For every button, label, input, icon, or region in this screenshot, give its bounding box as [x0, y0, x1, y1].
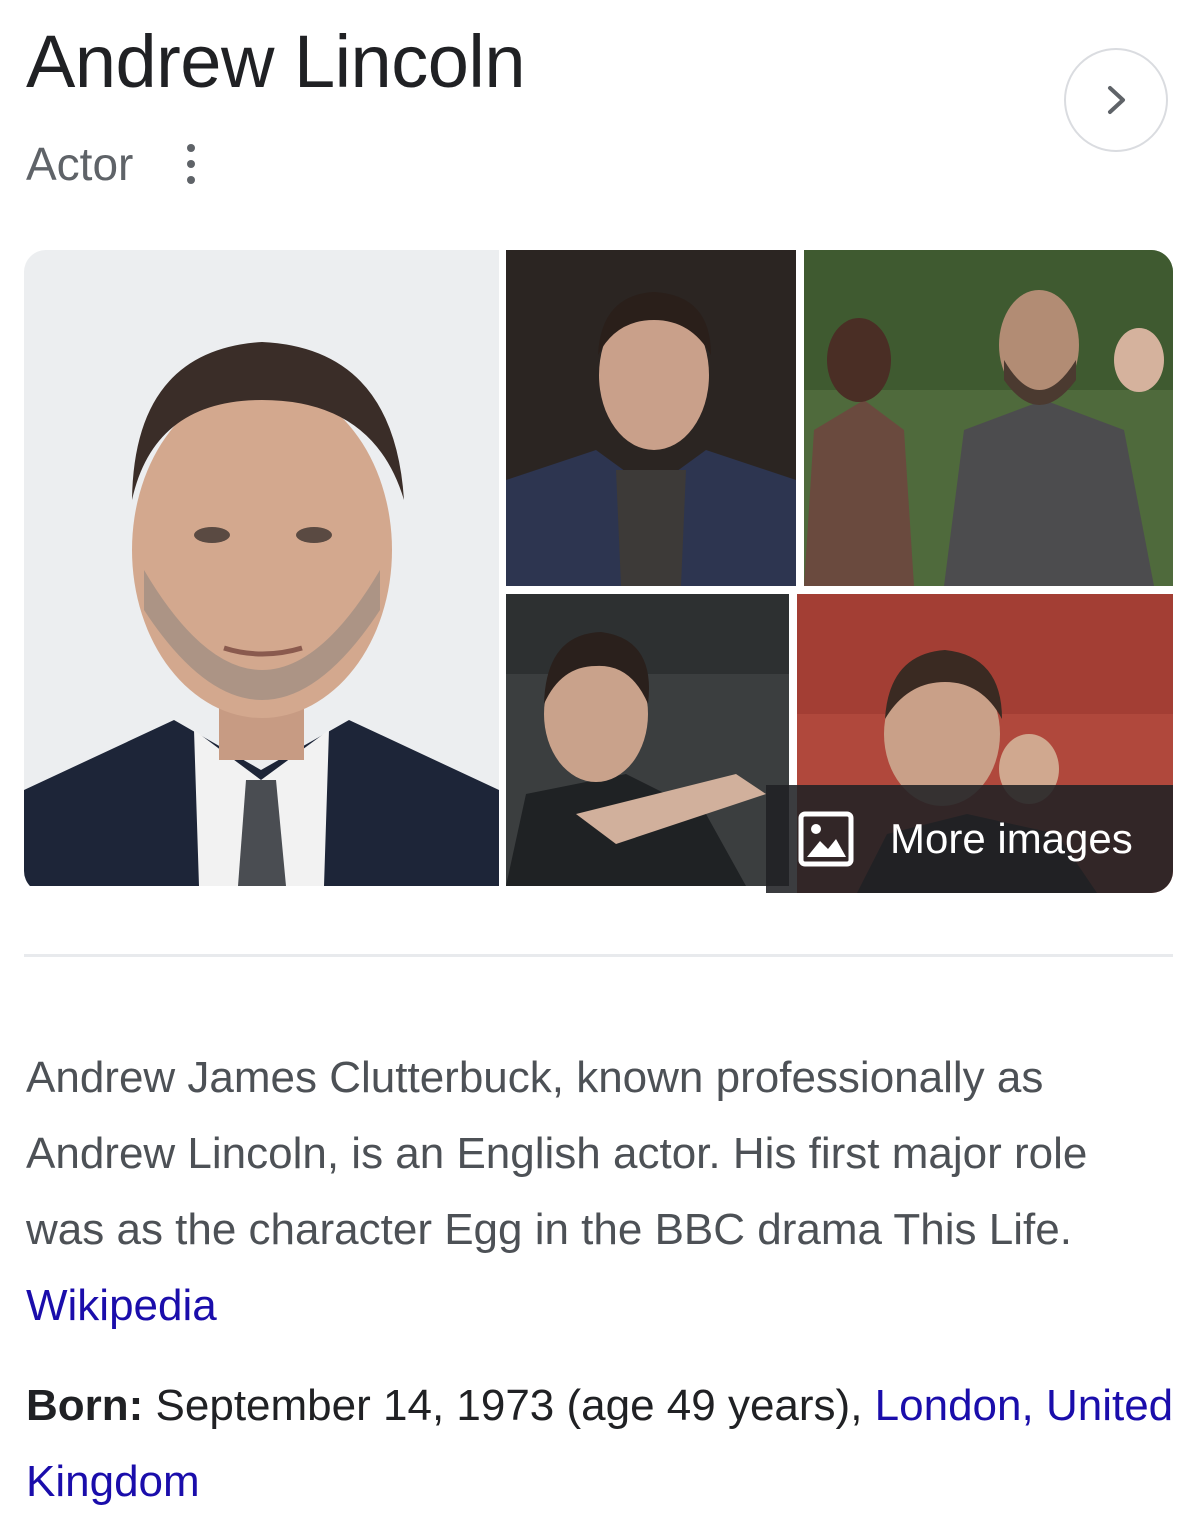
chevron-right-icon [1108, 86, 1125, 114]
photo-thumbnail[interactable] [506, 250, 796, 586]
entity-type-label: Actor [26, 138, 134, 190]
born-label: Born: [26, 1381, 144, 1430]
main-photo[interactable] [24, 250, 499, 886]
page-title: Andrew Lincoln [26, 20, 525, 103]
image-icon [798, 811, 854, 867]
next-button[interactable] [1064, 48, 1168, 152]
more-options-icon[interactable] [177, 142, 205, 186]
more-images-label: More images [890, 815, 1133, 862]
photo-thumbnail[interactable] [506, 594, 789, 886]
wikipedia-link[interactable]: Wikipedia [26, 1281, 217, 1330]
subtitle-row: Actor [26, 132, 205, 196]
divider [24, 954, 1173, 957]
born-fact: Born: September 14, 1973 (age 49 years),… [26, 1368, 1176, 1520]
description-text: Andrew James Clutterbuck, known professi… [26, 1053, 1088, 1254]
photo-thumbnail[interactable] [804, 250, 1173, 586]
entity-description: Andrew James Clutterbuck, known professi… [26, 1040, 1176, 1344]
image-gallery: More images [24, 250, 1173, 893]
more-images-button[interactable]: More images [766, 785, 1173, 893]
born-value: September 14, 1973 (age 49 years), [155, 1381, 863, 1430]
